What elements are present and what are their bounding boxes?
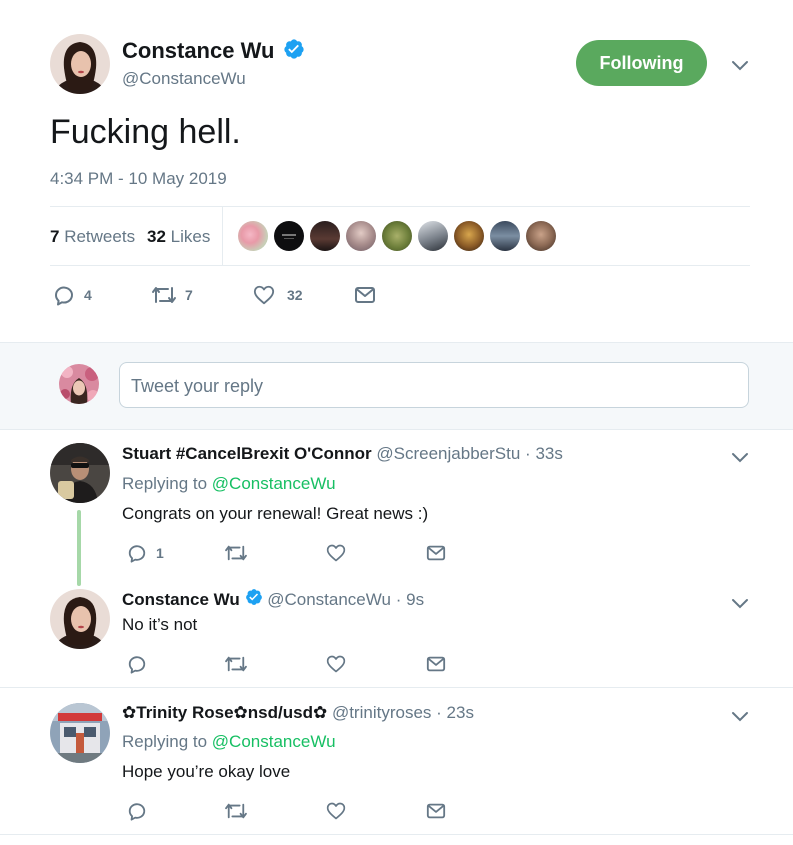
- like-action[interactable]: [326, 654, 346, 674]
- retweets-stat[interactable]: 7 Retweets: [50, 227, 135, 247]
- reply-text: Congrats on your renewal! Great news :): [122, 504, 429, 523]
- retweets-label: Retweets: [64, 227, 136, 246]
- reply-action[interactable]: [126, 801, 148, 821]
- reply-action[interactable]: 4: [52, 284, 92, 306]
- reply-count: 4: [84, 287, 92, 303]
- retweet-icon: [224, 801, 248, 821]
- following-button[interactable]: Following: [576, 40, 707, 86]
- reply-action[interactable]: [126, 654, 148, 674]
- reply-text: Hope you’re okay love: [122, 762, 291, 781]
- message-action[interactable]: [354, 284, 376, 306]
- reply-time[interactable]: 23s: [447, 703, 474, 722]
- liker-avatar[interactable]: [382, 221, 412, 251]
- message-icon: [426, 543, 446, 563]
- chevron-down-icon[interactable]: [731, 597, 749, 609]
- likes-stat[interactable]: 32 Likes: [147, 227, 210, 247]
- liker-avatar[interactable]: [490, 221, 520, 251]
- retweet-action[interactable]: [224, 543, 248, 563]
- retweet-icon: [224, 654, 248, 674]
- reply-author-handle[interactable]: @ScreenjabberStu: [376, 444, 520, 463]
- reply-icon: [126, 543, 148, 563]
- replying-to-label: Replying to: [122, 732, 208, 751]
- like-action[interactable]: [326, 543, 346, 563]
- like-icon: [253, 284, 275, 306]
- author-handle[interactable]: @ConstanceWu: [122, 69, 246, 89]
- author-name[interactable]: Constance Wu: [122, 38, 274, 63]
- chevron-down-icon[interactable]: [731, 451, 749, 463]
- chevron-down-icon[interactable]: [731, 59, 749, 71]
- reply-author-avatar[interactable]: [50, 443, 110, 503]
- liker-avatar[interactable]: [526, 221, 556, 251]
- reply-count: 1: [156, 545, 164, 561]
- reply-header: ✿Trinity Rose✿nsd/usd✿ @trinityroses · 2…: [122, 703, 474, 722]
- stats-separator: [222, 207, 223, 265]
- replying-to-label: Replying to: [122, 474, 208, 493]
- message-action[interactable]: [426, 543, 446, 563]
- liker-avatar[interactable]: [310, 221, 340, 251]
- message-icon: [354, 284, 376, 306]
- replying-to: Replying to @ConstanceWu: [122, 732, 336, 752]
- like-icon: [326, 543, 346, 563]
- liker-avatar[interactable]: [418, 221, 448, 251]
- likes-count: 32: [147, 227, 166, 246]
- reply-time[interactable]: 33s: [535, 444, 562, 463]
- verified-icon: [283, 38, 305, 65]
- chevron-down-icon[interactable]: [731, 710, 749, 722]
- reply-author-avatar[interactable]: [50, 703, 110, 763]
- retweet-icon: [224, 543, 248, 563]
- like-icon: [326, 801, 346, 821]
- reply-author-handle[interactable]: @trinityroses: [332, 703, 431, 722]
- retweets-count: 7: [50, 227, 60, 246]
- reply-icon: [126, 654, 148, 674]
- reply-author-name[interactable]: Stuart #CancelBrexit O'Connor: [122, 444, 372, 463]
- tweet-timestamp[interactable]: 4:34 PM - 10 May 2019: [50, 169, 227, 189]
- likes-label: Likes: [170, 227, 211, 246]
- reply-header: Constance Wu @ConstanceWu · 9s: [122, 588, 424, 611]
- reply-header: Stuart #CancelBrexit O'Connor @Screenjab…: [122, 444, 563, 463]
- message-icon: [426, 654, 446, 674]
- like-icon: [326, 654, 346, 674]
- author-header: Constance Wu: [122, 38, 305, 65]
- retweet-action[interactable]: [224, 801, 248, 821]
- liker-avatar[interactable]: [274, 221, 304, 251]
- reply-icon: [126, 801, 148, 821]
- retweet-count: 7: [185, 287, 193, 303]
- reply-text: No it’s not: [122, 615, 198, 634]
- reply-author-handle[interactable]: @ConstanceWu: [267, 590, 391, 609]
- liker-avatar[interactable]: [238, 221, 268, 251]
- like-action[interactable]: 32: [253, 284, 303, 306]
- reply-author-name[interactable]: ✿Trinity Rose✿nsd/usd✿: [122, 703, 327, 722]
- reply-author-avatar[interactable]: [50, 589, 110, 649]
- tweet-text: Fucking hell.: [50, 113, 241, 151]
- retweet-action[interactable]: [224, 654, 248, 674]
- reply-input[interactable]: Tweet your reply: [119, 362, 749, 408]
- like-count: 32: [287, 287, 303, 303]
- replying-to: Replying to @ConstanceWu: [122, 474, 336, 494]
- reply-icon: [52, 284, 76, 306]
- message-action[interactable]: [426, 654, 446, 674]
- retweet-icon: [151, 284, 177, 306]
- message-action[interactable]: [426, 801, 446, 821]
- reply-time[interactable]: 9s: [406, 590, 424, 609]
- message-icon: [426, 801, 446, 821]
- liker-avatar[interactable]: [346, 221, 376, 251]
- replying-to-link[interactable]: @ConstanceWu: [212, 474, 336, 493]
- verified-icon: [245, 588, 263, 611]
- reply-author-name[interactable]: Constance Wu: [122, 590, 240, 609]
- retweet-action[interactable]: 7: [151, 284, 193, 306]
- liker-avatar[interactable]: [454, 221, 484, 251]
- like-action[interactable]: [326, 801, 346, 821]
- reply-action[interactable]: 1: [126, 543, 164, 563]
- current-user-avatar[interactable]: [59, 364, 99, 404]
- thread-line: [77, 510, 81, 586]
- replying-to-link[interactable]: @ConstanceWu: [212, 732, 336, 751]
- author-avatar[interactable]: [50, 34, 110, 94]
